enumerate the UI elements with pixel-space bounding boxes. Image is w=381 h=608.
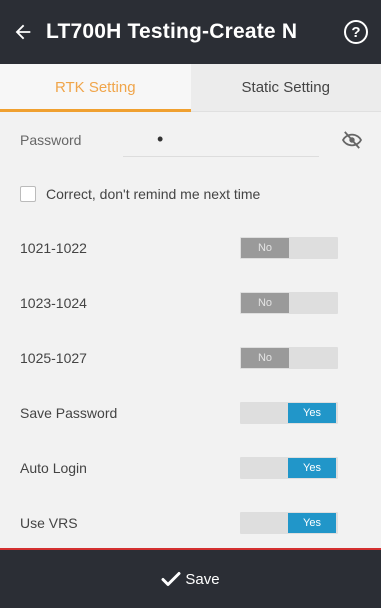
password-input[interactable]: •	[123, 123, 319, 157]
toggle-label: 1025-1027	[20, 349, 87, 366]
toggle-1025-1027[interactable]: No	[240, 346, 338, 369]
title-bar: LT700H Testing-Create N ?	[0, 0, 381, 64]
remember-checkbox[interactable]	[20, 186, 36, 202]
tab-rtk-setting[interactable]: RTK Setting	[0, 64, 191, 112]
remember-label: Correct, don't remind me next time	[46, 186, 261, 202]
toggle-use-vrs[interactable]: Yes	[240, 511, 338, 534]
checkmark-icon	[161, 572, 181, 586]
toggle-knob: No	[241, 292, 289, 313]
save-button[interactable]: Save	[0, 548, 381, 608]
toggle-row-save-password: Save Password Yes	[0, 385, 381, 440]
back-button[interactable]	[0, 0, 46, 64]
toggle-row-1021-1022: 1021-1022 No	[0, 220, 381, 275]
toggle-row-auto-login: Auto Login Yes	[0, 440, 381, 495]
toggle-row-use-vrs: Use VRS Yes	[0, 495, 381, 550]
toggle-knob: No	[241, 347, 289, 368]
remember-row[interactable]: Correct, don't remind me next time	[0, 168, 381, 220]
toggle-label: 1023-1024	[20, 294, 87, 311]
toggle-label: 1021-1022	[20, 239, 87, 256]
toggle-row-1025-1027: 1025-1027 No	[0, 330, 381, 385]
help-icon: ?	[344, 20, 368, 44]
toggle-label: Auto Login	[20, 459, 87, 476]
toggle-label: Use VRS	[20, 514, 78, 531]
toggle-save-password[interactable]: Yes	[240, 401, 338, 424]
toggle-label: Save Password	[20, 404, 118, 421]
toggle-knob: No	[241, 237, 289, 258]
toggle-knob: Yes	[288, 457, 336, 478]
toggle-auto-login[interactable]: Yes	[240, 456, 338, 479]
tab-static-setting[interactable]: Static Setting	[190, 64, 381, 111]
save-label: Save	[185, 570, 220, 588]
eye-hidden-icon	[342, 131, 362, 149]
help-button[interactable]: ?	[331, 0, 381, 64]
toggle-visibility-button[interactable]	[319, 123, 363, 157]
toggle-knob: Yes	[288, 402, 336, 423]
password-row: Password •	[0, 112, 381, 168]
back-arrow-icon	[15, 24, 31, 40]
toggle-1023-1024[interactable]: No	[240, 291, 338, 314]
settings-form: Password • Correct, don't remind me next…	[0, 112, 381, 550]
toggle-knob: Yes	[288, 512, 336, 533]
tab-bar: RTK Setting Static Setting	[0, 64, 381, 112]
toggle-row-1023-1024: 1023-1024 No	[0, 275, 381, 330]
page-title: LT700H Testing-Create N	[46, 20, 298, 43]
password-label: Password	[20, 132, 82, 148]
toggle-1021-1022[interactable]: No	[240, 236, 338, 259]
